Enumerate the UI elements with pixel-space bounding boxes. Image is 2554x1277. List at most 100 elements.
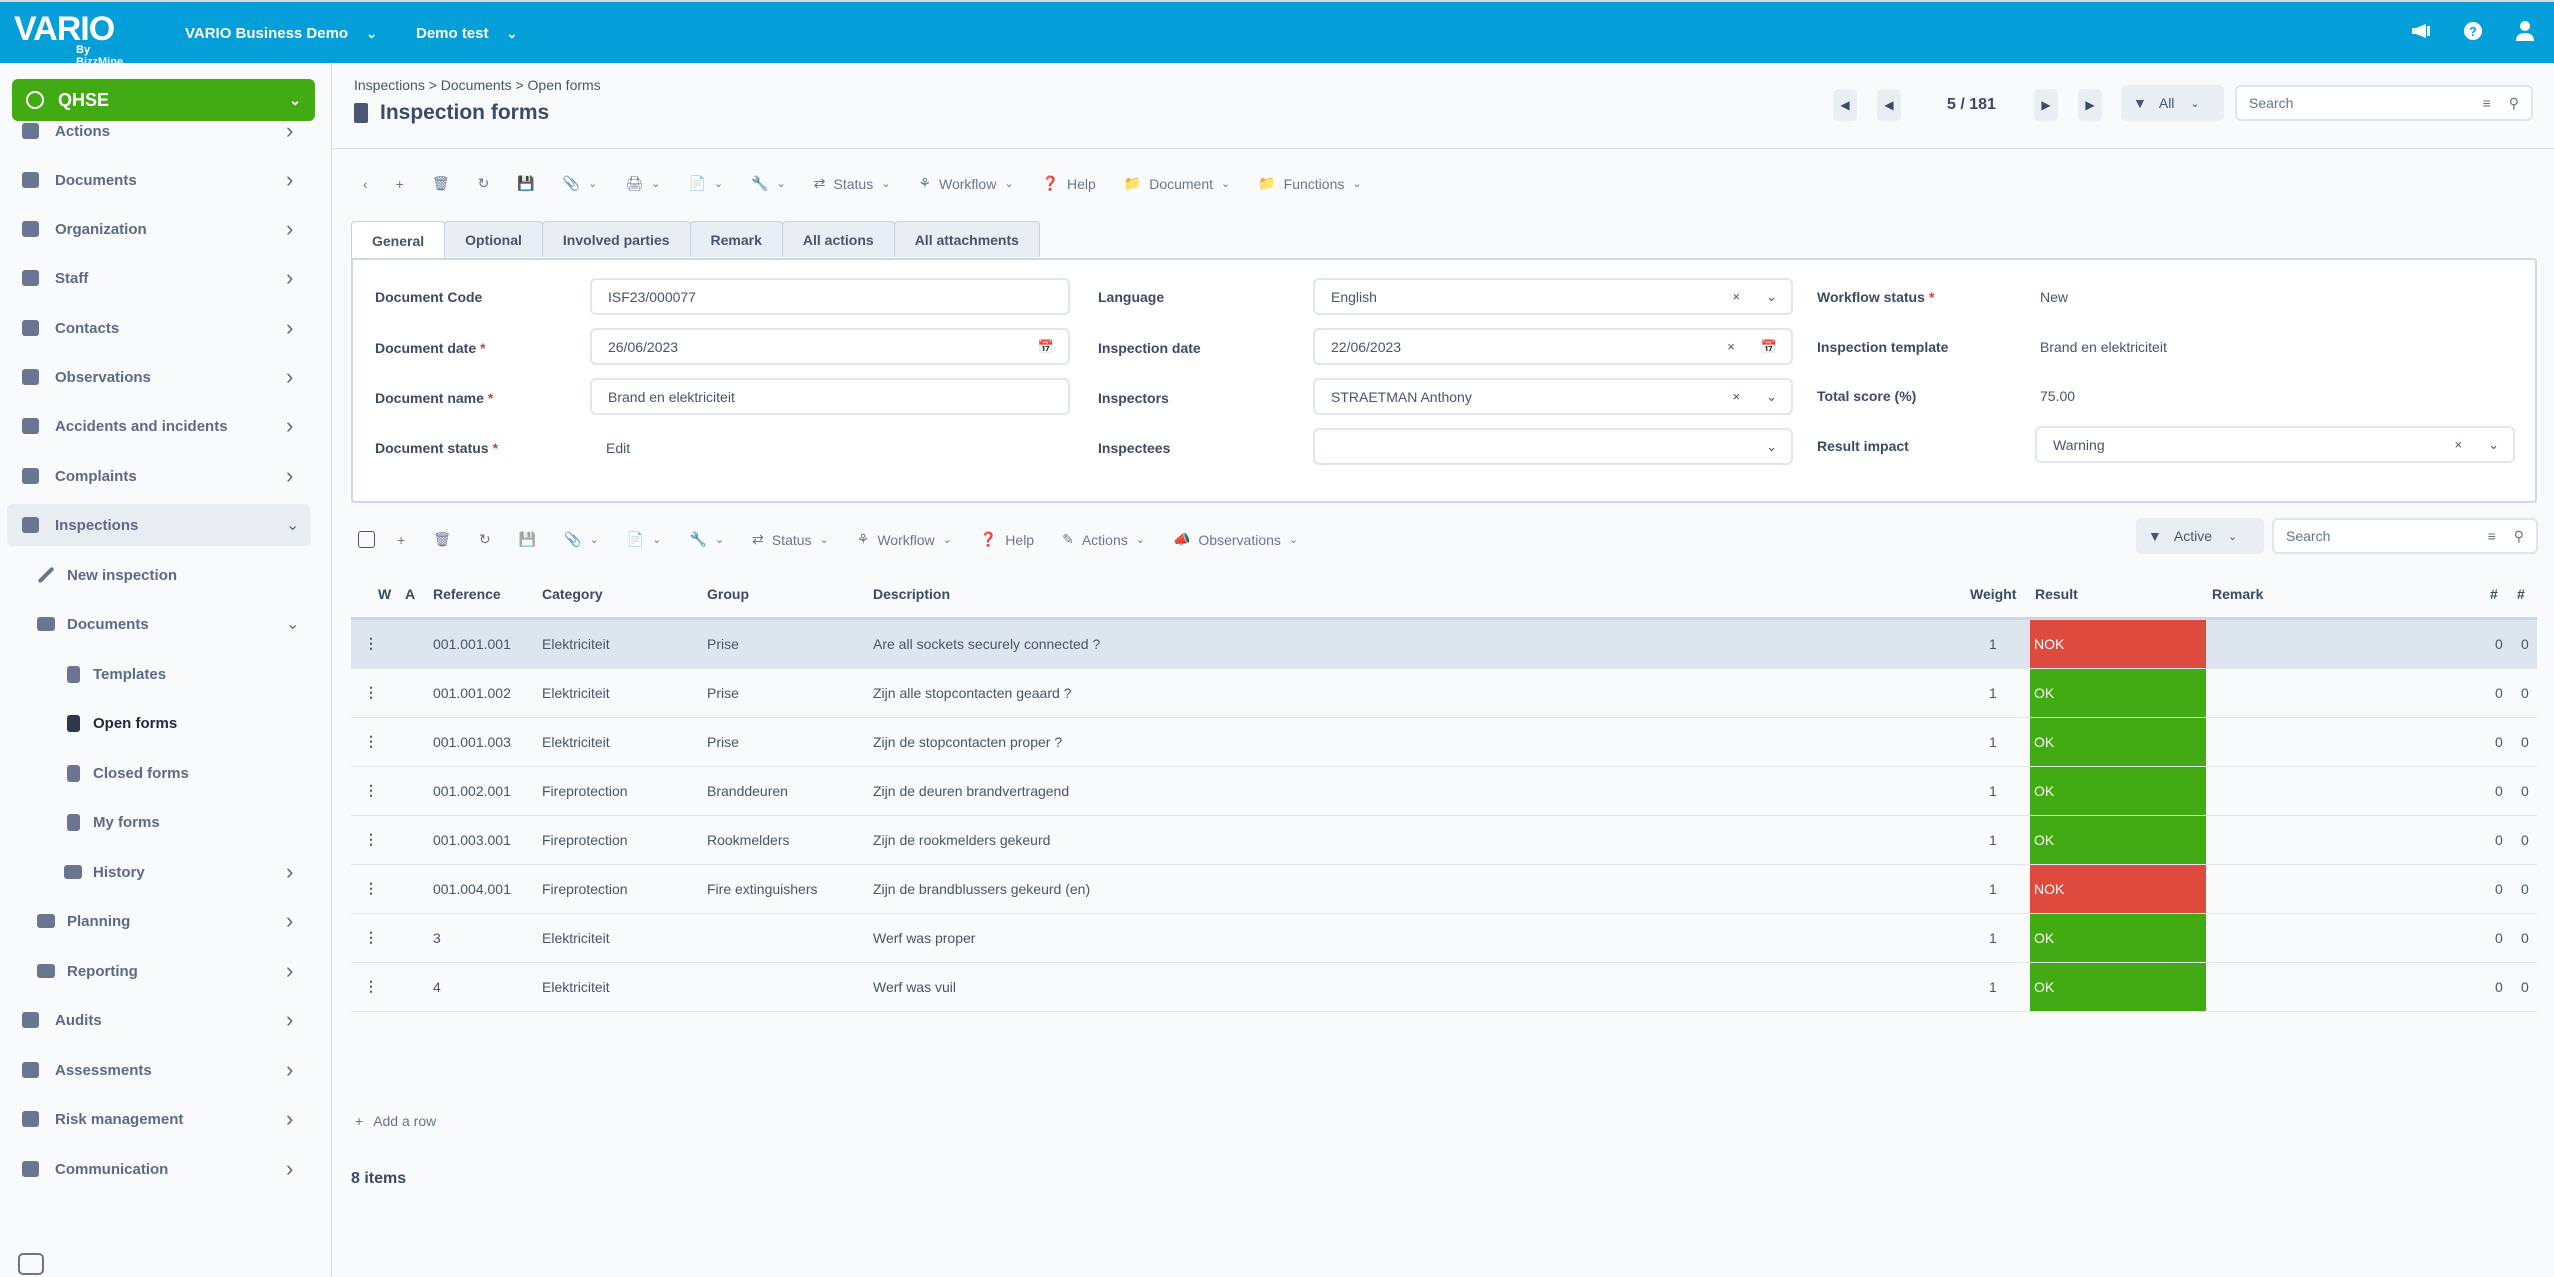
- add-button[interactable]: +: [396, 176, 404, 192]
- row-menu-icon[interactable]: ⋮: [364, 831, 378, 848]
- grid-filter-dropdown[interactable]: ▼ Active ⌄: [2136, 518, 2264, 554]
- chevron-right-icon[interactable]: ›: [286, 1057, 293, 1083]
- status-dropdown[interactable]: ⇄ Status ⌄: [752, 531, 829, 548]
- chevron-right-icon[interactable]: ›: [286, 1106, 293, 1132]
- vario-logo[interactable]: VARIO By BizzMine: [10, 8, 140, 68]
- column-header-group[interactable]: Group: [707, 586, 749, 602]
- sidebar-item-assessments[interactable]: Assessments ›: [0, 1049, 332, 1091]
- tab-optional[interactable]: Optional: [444, 221, 543, 257]
- cell-result[interactable]: OK: [2030, 767, 2206, 815]
- collapse-sidebar-icon[interactable]: [18, 1253, 44, 1275]
- inspectors-select[interactable]: STRAETMAN Anthony × ⌄: [1313, 378, 1793, 415]
- export-dropdown[interactable]: 📄 ⌄: [627, 531, 662, 548]
- column-header-description[interactable]: Description: [873, 586, 950, 602]
- sidebar-item-contacts[interactable]: Contacts ›: [0, 307, 332, 349]
- tab-remark[interactable]: Remark: [689, 221, 783, 257]
- column-header-weight[interactable]: Weight: [1970, 586, 2016, 602]
- tab-involved-parties[interactable]: Involved parties: [541, 221, 691, 257]
- tab-all-attachments[interactable]: All attachments: [893, 221, 1040, 257]
- sidebar-item-organization[interactable]: Organization ›: [0, 208, 332, 250]
- delete-icon[interactable]: 🗑: [433, 531, 451, 548]
- chevron-right-icon[interactable]: ›: [286, 908, 293, 934]
- workflow-dropdown[interactable]: ⚘ Workflow ⌄: [918, 175, 1013, 192]
- row-menu-icon[interactable]: ⋮: [364, 635, 378, 652]
- workflow-dropdown[interactable]: ⚘ Workflow ⌄: [857, 531, 952, 548]
- chevron-down-icon[interactable]: ⌄: [1766, 389, 1777, 405]
- cell-result[interactable]: OK: [2030, 914, 2206, 962]
- document-code-input[interactable]: ISF23/000077: [590, 278, 1070, 315]
- column-header-a[interactable]: A: [405, 586, 415, 602]
- column-header-w[interactable]: W: [378, 586, 391, 602]
- column-header-reference[interactable]: Reference: [433, 586, 501, 602]
- row-menu-icon[interactable]: ⋮: [364, 929, 378, 946]
- chevron-down-icon[interactable]: ⌄: [1766, 289, 1777, 305]
- chevron-right-icon[interactable]: ›: [286, 364, 293, 390]
- chevron-down-icon[interactable]: ⌄: [1766, 439, 1777, 455]
- delete-icon[interactable]: 🗑: [432, 175, 450, 192]
- sidebar-item-my-forms[interactable]: My forms: [0, 801, 332, 843]
- table-row[interactable]: ⋮ 4 Elektriciteit Werf was vuil 1 0 0 OK: [351, 963, 2537, 1012]
- inspectees-select[interactable]: ⌄: [1313, 428, 1793, 465]
- column-header-category[interactable]: Category: [542, 586, 603, 602]
- tab-all-actions[interactable]: All actions: [781, 221, 895, 257]
- megaphone-icon[interactable]: [2410, 20, 2432, 42]
- sidebar-item-documents[interactable]: Documents ⌄: [0, 603, 332, 645]
- refresh-icon[interactable]: ↻: [478, 175, 490, 192]
- filter-lines-icon[interactable]: ≡: [2483, 95, 2491, 111]
- filter-lines-icon[interactable]: ≡: [2488, 528, 2496, 544]
- record-filter-dropdown[interactable]: ▼ All ⌄: [2121, 85, 2224, 121]
- sidebar-item-history[interactable]: History ›: [0, 851, 332, 893]
- select-all-checkbox[interactable]: [358, 531, 375, 548]
- tools-dropdown[interactable]: 🔧 ⌄: [689, 531, 724, 548]
- row-menu-icon[interactable]: ⋮: [364, 782, 378, 799]
- row-menu-icon[interactable]: ⋮: [364, 880, 378, 897]
- row-menu-icon[interactable]: ⋮: [364, 684, 378, 701]
- chevron-right-icon[interactable]: ›: [286, 413, 293, 439]
- column-header-result[interactable]: Result: [2035, 586, 2078, 602]
- database-selector[interactable]: Demo test ⌄: [416, 2, 517, 65]
- chevron-right-icon[interactable]: ›: [286, 118, 293, 144]
- chevron-down-icon[interactable]: ⌄: [286, 614, 299, 634]
- chevron-right-icon[interactable]: ›: [286, 1007, 293, 1033]
- table-row[interactable]: ⋮ 3 Elektriciteit Werf was proper 1 0 0 OK: [351, 914, 2537, 963]
- add-row-button[interactable]: +: [397, 532, 405, 548]
- status-dropdown[interactable]: ⇄ Status ⌄: [814, 175, 891, 192]
- table-row[interactable]: ⋮ 001.003.001 Fireprotection Rookmelders Zij…: [351, 816, 2537, 865]
- cell-result[interactable]: OK: [2030, 669, 2206, 717]
- cell-result[interactable]: OK: [2030, 816, 2206, 864]
- sidebar-item-inspections[interactable]: Inspections ⌄: [7, 504, 311, 546]
- document-dropdown[interactable]: 📁 Document ⌄: [1124, 175, 1230, 192]
- header-search-input[interactable]: Search ≡ ⚲: [2235, 85, 2533, 121]
- sidebar-item-staff[interactable]: Staff ›: [0, 257, 332, 299]
- functions-dropdown[interactable]: 📁 Functions ⌄: [1258, 175, 1361, 192]
- sidebar-item-planning[interactable]: Planning ›: [0, 900, 332, 942]
- help-icon[interactable]: ?: [2462, 20, 2484, 42]
- sidebar-item-documents[interactable]: Documents ›: [0, 159, 332, 201]
- inspection-date-input[interactable]: 22/06/2023 × 📅: [1313, 328, 1793, 365]
- language-select[interactable]: English × ⌄: [1313, 278, 1793, 315]
- document-date-input[interactable]: 26/06/2023 📅: [590, 328, 1070, 365]
- help-button[interactable]: ❓ Help: [980, 531, 1034, 548]
- sidebar-item-reporting[interactable]: Reporting ›: [0, 950, 332, 992]
- add-a-row-link[interactable]: + Add a row: [355, 1113, 436, 1129]
- chevron-right-icon[interactable]: ›: [286, 859, 293, 885]
- chevron-right-icon[interactable]: ›: [286, 216, 293, 242]
- chevron-right-icon[interactable]: ›: [286, 958, 293, 984]
- cell-result[interactable]: OK: [2030, 963, 2206, 1011]
- user-icon[interactable]: [2514, 20, 2536, 42]
- chevron-right-icon[interactable]: ›: [286, 315, 293, 341]
- table-row[interactable]: ⋮ 001.004.001 Fireprotection Fire extinguis…: [351, 865, 2537, 914]
- sidebar-item-audits[interactable]: Audits ›: [0, 999, 332, 1041]
- row-menu-icon[interactable]: ⋮: [364, 978, 378, 995]
- table-row[interactable]: ⋮ 001.001.002 Elektriciteit Prise Zijn alle …: [351, 669, 2537, 718]
- cell-result[interactable]: OK: [2030, 718, 2206, 766]
- table-row[interactable]: ⋮ 001.002.001 Fireprotection Branddeuren Zij…: [351, 767, 2537, 816]
- chevron-right-icon[interactable]: ›: [286, 463, 293, 489]
- cell-result[interactable]: NOK: [2030, 865, 2206, 913]
- print-dropdown[interactable]: 🖨 ⌄: [625, 175, 660, 192]
- sidebar-item-communication[interactable]: Communication ›: [0, 1148, 332, 1190]
- calendar-icon[interactable]: 📅: [1038, 339, 1054, 355]
- sidebar-item-actions[interactable]: Actions ›: [0, 110, 332, 152]
- save-icon[interactable]: 💾: [519, 531, 536, 548]
- row-menu-icon[interactable]: ⋮: [364, 733, 378, 750]
